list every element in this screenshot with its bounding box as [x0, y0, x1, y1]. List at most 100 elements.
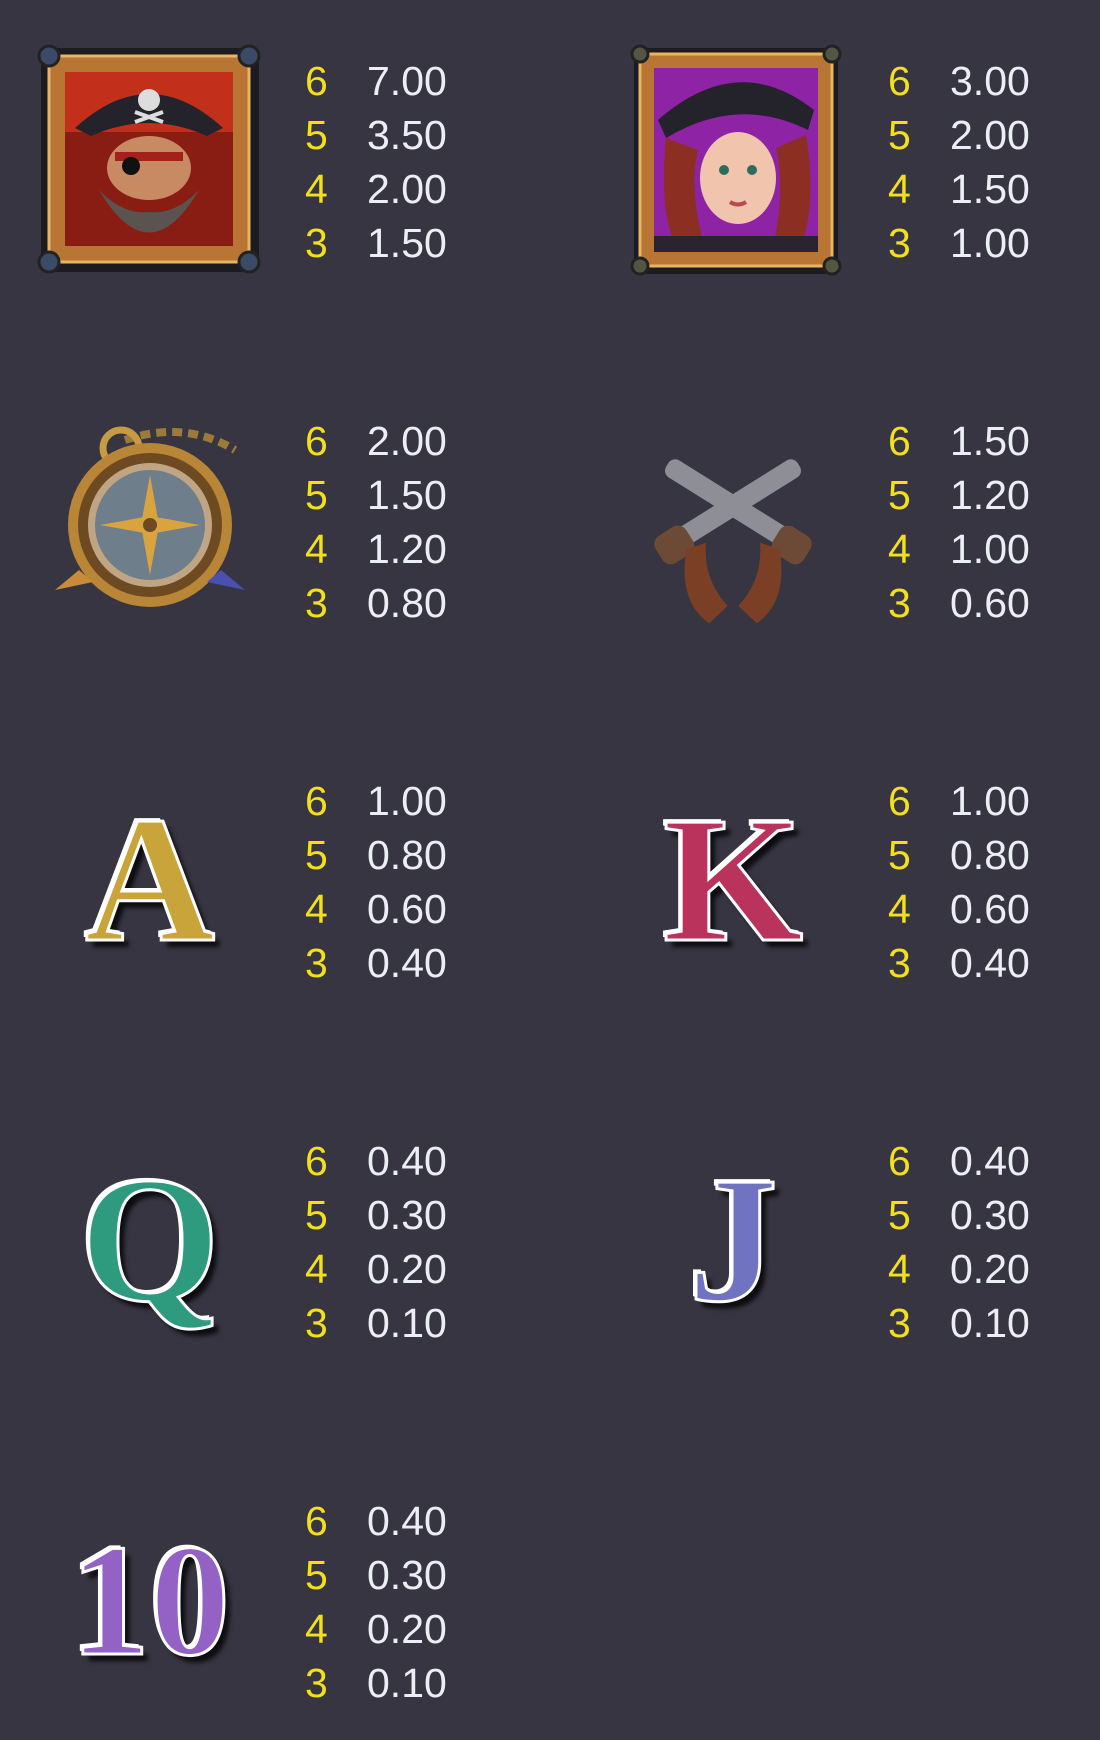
- paytable-cell-a: A 6 1.00 5 0.80 4 0.60 3 0.40: [0, 720, 550, 1010]
- pay-row: 6 1.00: [305, 774, 447, 828]
- pay-row: 5 0.80: [888, 828, 1030, 882]
- pay-count: 4: [305, 525, 328, 572]
- pay-row: 5 3.50: [305, 108, 447, 162]
- pay-count: 5: [888, 1191, 911, 1238]
- pay-row: 4 0.20: [305, 1242, 447, 1296]
- pay-row: 6 1.00: [888, 774, 1030, 828]
- pay-value: 3.50: [367, 111, 447, 158]
- pay-value: 0.60: [367, 885, 447, 932]
- pay-row: 6 2.00: [305, 414, 447, 468]
- a-pays: 6 1.00 5 0.80 4 0.60 3 0.40: [305, 774, 447, 990]
- pay-count: 3: [305, 939, 328, 986]
- pay-value: 0.40: [950, 939, 1030, 986]
- pay-value: 0.30: [367, 1551, 447, 1598]
- crossed-pistols-symbol-icon: [618, 400, 848, 640]
- pay-value: 0.80: [367, 579, 447, 626]
- paytable-cell-k: K 6 1.00 5 0.80 4 0.60 3 0.40: [583, 720, 1100, 1010]
- pay-count: 4: [888, 525, 911, 572]
- pay-count: 5: [305, 831, 328, 878]
- pay-row: 5 0.80: [305, 828, 447, 882]
- pay-row: 3 0.10: [305, 1656, 447, 1710]
- letter-j-symbol-icon: J: [618, 1120, 848, 1360]
- pay-count: 3: [888, 1299, 911, 1346]
- pay-count: 3: [305, 219, 328, 266]
- pay-count: 6: [888, 777, 911, 824]
- pay-value: 0.10: [367, 1659, 447, 1706]
- pay-row: 4 0.60: [888, 882, 1030, 936]
- pay-count: 4: [305, 1245, 328, 1292]
- pay-row: 5 0.30: [888, 1188, 1030, 1242]
- pay-count: 3: [888, 579, 911, 626]
- pay-count: 3: [888, 219, 911, 266]
- pay-value: 0.20: [367, 1605, 447, 1652]
- pay-value: 0.40: [950, 1137, 1030, 1184]
- pay-value: 0.80: [950, 831, 1030, 878]
- pay-row: 5 1.20: [888, 468, 1030, 522]
- pay-row: 3 0.40: [305, 936, 447, 990]
- pay-value: 1.20: [950, 471, 1030, 518]
- compass-pays: 6 2.00 5 1.50 4 1.20 3 0.80: [305, 414, 447, 630]
- pay-count: 6: [305, 57, 328, 104]
- paytable-cell-j: J 6 0.40 5 0.30 4 0.20 3 0.10: [583, 1080, 1100, 1370]
- paytable-cell-crossed-pistols: 6 1.50 5 1.20 4 1.00 3 0.60: [583, 360, 1100, 650]
- pay-value: 1.50: [950, 165, 1030, 212]
- pay-count: 4: [305, 1605, 328, 1652]
- pay-row: 6 3.00: [888, 54, 1030, 108]
- pay-count: 5: [888, 831, 911, 878]
- pay-row: 4 0.20: [888, 1242, 1030, 1296]
- letter-q-glyph: Q: [78, 1140, 221, 1339]
- paytable-cell-10: 10 6 0.40 5 0.30 4 0.20 3 0.10: [0, 1440, 550, 1730]
- pay-value: 1.50: [950, 417, 1030, 464]
- pay-value: 0.30: [950, 1191, 1030, 1238]
- pay-value: 0.60: [950, 885, 1030, 932]
- compass-symbol-icon: [35, 400, 265, 640]
- pay-count: 4: [305, 885, 328, 932]
- pirate-lady-symbol-icon: [618, 40, 848, 280]
- pay-value: 1.00: [950, 219, 1030, 266]
- pay-value: 1.20: [367, 525, 447, 572]
- crossed-pistols-pays: 6 1.50 5 1.20 4 1.00 3 0.60: [888, 414, 1030, 630]
- pay-row: 3 1.50: [305, 216, 447, 270]
- letter-q-symbol-icon: Q: [35, 1120, 265, 1360]
- pay-row: 4 2.00: [305, 162, 447, 216]
- pay-row: 4 1.00: [888, 522, 1030, 576]
- pay-row: 5 0.30: [305, 1548, 447, 1602]
- pay-row: 3 0.60: [888, 576, 1030, 630]
- pay-row: 4 1.50: [888, 162, 1030, 216]
- pay-value: 2.00: [950, 111, 1030, 158]
- letter-j-glyph: J: [687, 1140, 780, 1339]
- pay-row: 6 7.00: [305, 54, 447, 108]
- pay-row: 3 0.80: [305, 576, 447, 630]
- pay-value: 3.00: [950, 57, 1030, 104]
- pay-row: 6 0.40: [305, 1494, 447, 1548]
- pay-value: 0.40: [367, 1137, 447, 1184]
- pirate-captain-symbol-icon: [35, 40, 265, 280]
- pay-value: 0.30: [367, 1191, 447, 1238]
- pay-row: 6 0.40: [888, 1134, 1030, 1188]
- pay-value: 1.50: [367, 471, 447, 518]
- pay-value: 0.10: [367, 1299, 447, 1346]
- pay-value: 0.40: [367, 939, 447, 986]
- letter-k-symbol-icon: K: [618, 760, 848, 1000]
- paytable-cell-q: Q 6 0.40 5 0.30 4 0.20 3 0.10: [0, 1080, 550, 1370]
- pay-row: 4 0.60: [305, 882, 447, 936]
- pay-value: 1.00: [950, 525, 1030, 572]
- pay-count: 6: [888, 57, 911, 104]
- paytable-cell-compass: 6 2.00 5 1.50 4 1.20 3 0.80: [0, 360, 550, 650]
- 10-pays: 6 0.40 5 0.30 4 0.20 3 0.10: [305, 1494, 447, 1710]
- pay-value: 0.60: [950, 579, 1030, 626]
- pay-count: 5: [888, 471, 911, 518]
- pay-count: 5: [305, 1551, 328, 1598]
- letter-a-symbol-icon: A: [35, 760, 265, 1000]
- pay-row: 6 1.50: [888, 414, 1030, 468]
- j-pays: 6 0.40 5 0.30 4 0.20 3 0.10: [888, 1134, 1030, 1350]
- pay-value: 0.20: [367, 1245, 447, 1292]
- pay-count: 5: [305, 1191, 328, 1238]
- pay-value: 7.00: [367, 57, 447, 104]
- pay-row: 5 1.50: [305, 468, 447, 522]
- pay-value: 2.00: [367, 417, 447, 464]
- pay-value: 0.10: [950, 1299, 1030, 1346]
- pay-row: 5 0.30: [305, 1188, 447, 1242]
- pay-count: 4: [888, 165, 911, 212]
- pay-row: 3 0.10: [305, 1296, 447, 1350]
